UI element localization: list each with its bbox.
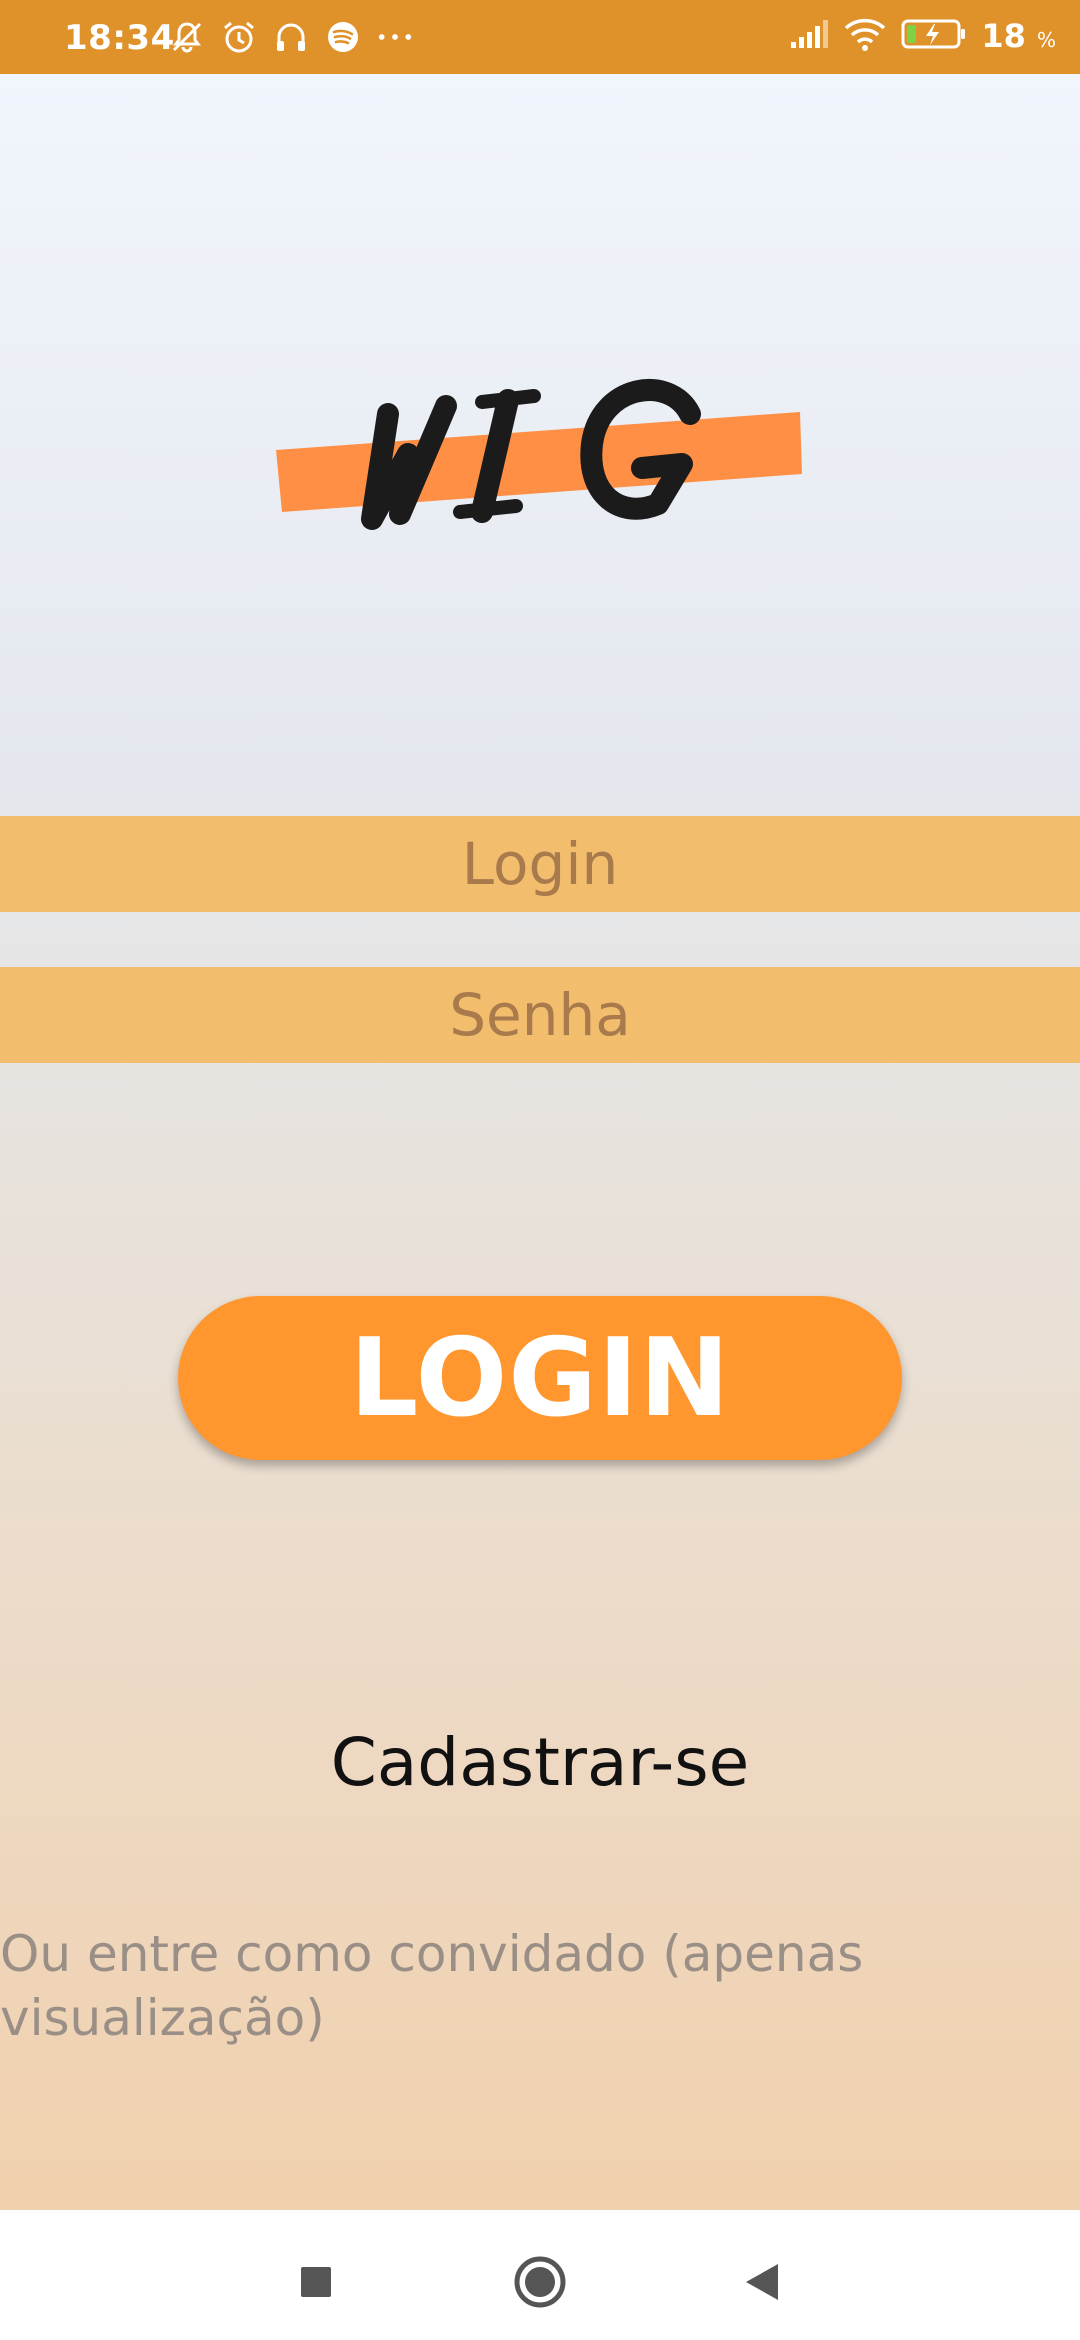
register-link[interactable]: Cadastrar-se [0, 1724, 1080, 1801]
status-icons-left [168, 16, 414, 58]
login-input[interactable] [0, 816, 1080, 912]
battery-charging-icon [901, 18, 967, 55]
back-icon[interactable] [732, 2252, 792, 2312]
login-screen: LOGIN Cadastrar-se Ou entre como convida… [0, 74, 1080, 2210]
home-icon[interactable] [510, 2252, 570, 2312]
signal-icon [789, 18, 829, 55]
spotify-icon [324, 18, 362, 56]
guest-access-link[interactable]: Ou entre como convidado (apenas visualiz… [0, 1922, 880, 2050]
system-nav-bar [0, 2210, 1080, 2340]
status-bar: 18:34 18 % [0, 0, 1080, 74]
headphones-icon [272, 18, 310, 56]
password-input[interactable] [0, 967, 1080, 1063]
mute-icon [168, 18, 206, 56]
status-icons-right: 18 % [789, 14, 1056, 58]
wig-logo [270, 344, 810, 604]
alarm-icon [220, 18, 258, 56]
battery-percent: 18 % [981, 17, 1056, 55]
more-icon [376, 18, 414, 56]
status-time: 18:34 [64, 18, 175, 58]
login-button[interactable]: LOGIN [178, 1296, 902, 1460]
wifi-icon [843, 17, 887, 56]
recent-apps-icon[interactable] [286, 2252, 346, 2312]
